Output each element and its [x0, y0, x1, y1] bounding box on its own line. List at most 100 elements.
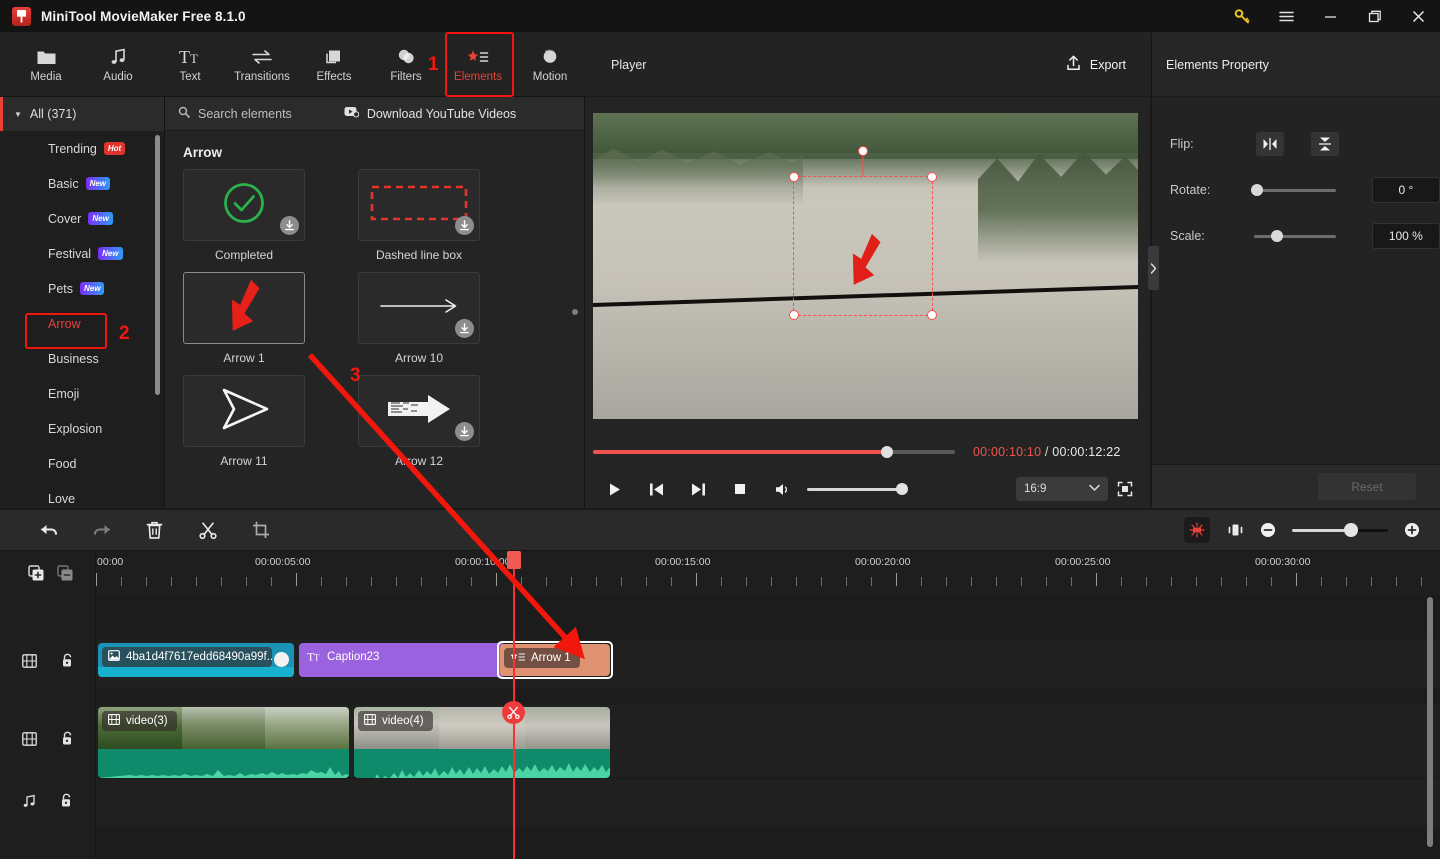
search-input[interactable]: Search elements: [178, 105, 292, 123]
music-note-icon[interactable]: [22, 794, 36, 813]
playhead-handle[interactable]: [507, 551, 521, 569]
rotate-handle[interactable]: [1250, 184, 1263, 196]
sidebar-item-pets[interactable]: Pets New: [0, 271, 164, 306]
scale-handle[interactable]: [1270, 230, 1283, 242]
element-cell-arrow-1[interactable]: Arrow 1: [183, 272, 305, 365]
seek-bar[interactable]: [593, 446, 955, 458]
element-thumbnail[interactable]: [183, 375, 305, 447]
maximize-icon[interactable]: [1352, 0, 1396, 32]
sidebar-item-business[interactable]: Business: [0, 341, 164, 376]
timeline-zoom-slider[interactable]: [1292, 523, 1388, 537]
download-youtube-button[interactable]: Download YouTube Videos: [344, 105, 516, 123]
timeline-clip-video-4[interactable]: video(4): [354, 707, 610, 778]
handle-bottom-left[interactable]: [789, 310, 799, 320]
selection-bounding-box[interactable]: [789, 146, 937, 320]
element-cell-arrow-10[interactable]: Arrow 10: [358, 272, 480, 365]
reset-button[interactable]: Reset: [1318, 473, 1416, 500]
sidebar-item-emoji[interactable]: Emoji: [0, 376, 164, 411]
play-button[interactable]: [593, 474, 635, 504]
browser-scroll-dot[interactable]: [572, 309, 578, 315]
sidebar-item-basic[interactable]: Basic New: [0, 166, 164, 201]
category-list[interactable]: Trending Hot Basic New Cover New Festiva…: [0, 131, 164, 508]
handle-top-left[interactable]: [789, 172, 799, 182]
element-thumbnail[interactable]: [358, 375, 480, 447]
timeline-clip-video-3[interactable]: video(3): [98, 707, 349, 778]
timeline-clip-image[interactable]: 4ba1d4f7617edd68490a99f...: [98, 643, 294, 677]
element-cell-arrow-11[interactable]: Arrow 11: [183, 375, 305, 468]
sidebar-item-trending[interactable]: Trending Hot: [0, 131, 164, 166]
remove-track-icon[interactable]: [57, 565, 74, 587]
element-cell-completed[interactable]: Completed: [183, 169, 305, 262]
zoom-in-button[interactable]: [1404, 522, 1420, 538]
toolbar-item-effects[interactable]: Effects: [298, 32, 370, 96]
timeline-clip-element-arrow[interactable]: Arrow 1: [500, 644, 610, 676]
timeline-vertical-scrollbar[interactable]: [1427, 597, 1433, 847]
panel-collapse-toggle[interactable]: [1148, 246, 1159, 290]
undo-button[interactable]: [22, 509, 75, 551]
sidebar-item-arrow[interactable]: Arrow: [0, 306, 164, 341]
sidebar-item-love[interactable]: Love: [0, 481, 164, 508]
sidebar-item-explosion[interactable]: Explosion: [0, 411, 164, 446]
toolbar-item-audio[interactable]: Audio: [82, 32, 154, 96]
minimize-icon[interactable]: [1308, 0, 1352, 32]
previous-frame-button[interactable]: [635, 474, 677, 504]
track-background[interactable]: [96, 779, 1440, 827]
browser-grid-area[interactable]: Arrow Completed Dashed line box Arrow 1 …: [165, 131, 584, 508]
split-button[interactable]: [181, 509, 234, 551]
download-icon[interactable]: [455, 422, 474, 441]
timeline-track-audio[interactable]: [96, 779, 1440, 827]
rotation-handle[interactable]: [858, 146, 868, 156]
download-icon[interactable]: [455, 319, 474, 338]
handle-bottom-right[interactable]: [927, 310, 937, 320]
element-cell-dashed-line-box[interactable]: Dashed line box: [358, 169, 480, 262]
category-all[interactable]: ▼ All (371): [0, 97, 164, 131]
handle-top-right[interactable]: [927, 172, 937, 182]
scale-slider[interactable]: [1253, 230, 1336, 242]
menu-icon[interactable]: [1264, 0, 1308, 32]
unlock-icon[interactable]: [61, 653, 74, 673]
timeline-zoom-handle[interactable]: [1344, 523, 1358, 537]
film-strip-icon[interactable]: [22, 731, 37, 751]
timeline-track-video[interactable]: video(3) video(4): [96, 705, 1440, 778]
scale-value[interactable]: 100 %: [1371, 223, 1440, 249]
toolbar-item-motion[interactable]: Motion: [514, 32, 586, 96]
toolbar-item-media[interactable]: Media: [10, 32, 82, 96]
element-thumbnail[interactable]: [183, 272, 305, 344]
unlock-icon[interactable]: [61, 731, 74, 751]
film-strip-icon[interactable]: [22, 653, 37, 673]
key-icon[interactable]: [1220, 0, 1264, 32]
fullscreen-button[interactable]: [1108, 474, 1142, 504]
video-preview[interactable]: [593, 113, 1138, 419]
sidebar-item-cover[interactable]: Cover New: [0, 201, 164, 236]
element-thumbnail[interactable]: [358, 272, 480, 344]
download-icon[interactable]: [455, 216, 474, 235]
flip-horizontal-button[interactable]: [1256, 132, 1284, 156]
split-at-playhead-button[interactable]: [502, 701, 525, 724]
stop-button[interactable]: [719, 474, 761, 504]
crop-button[interactable]: [234, 509, 287, 551]
keyframe-button[interactable]: [1222, 517, 1248, 543]
toolbar-item-text[interactable]: TT Text: [154, 32, 226, 96]
add-track-icon[interactable]: [28, 565, 45, 587]
timeline-ruler[interactable]: 00:00 00:00:05:00 00:00:10:00 00:00:15:0…: [96, 551, 1440, 595]
download-icon[interactable]: [280, 216, 299, 235]
timeline-track-overlay[interactable]: 4ba1d4f7617edd68490a99f... TT Caption23: [96, 639, 1440, 687]
volume-slider[interactable]: [807, 483, 908, 495]
volume-handle[interactable]: [896, 483, 908, 495]
rotate-value[interactable]: 0 °: [1371, 177, 1440, 203]
toolbar-item-transitions[interactable]: Transitions: [226, 32, 298, 96]
rotate-slider[interactable]: [1250, 184, 1336, 196]
export-button[interactable]: Export: [1066, 55, 1126, 74]
element-thumbnail[interactable]: [358, 169, 480, 241]
redo-button[interactable]: [75, 509, 128, 551]
aspect-ratio-select[interactable]: 16:9: [1016, 477, 1108, 501]
delete-button[interactable]: [128, 509, 181, 551]
seek-handle[interactable]: [881, 446, 893, 458]
timeline-clip-caption[interactable]: TT Caption23: [299, 643, 505, 677]
unlock-icon[interactable]: [60, 793, 73, 813]
element-thumbnail[interactable]: [183, 169, 305, 241]
category-scrollbar[interactable]: [155, 135, 160, 395]
flip-vertical-button[interactable]: [1311, 132, 1339, 156]
auto-fit-button[interactable]: [1184, 517, 1210, 543]
clip-round-handle[interactable]: [274, 652, 289, 667]
